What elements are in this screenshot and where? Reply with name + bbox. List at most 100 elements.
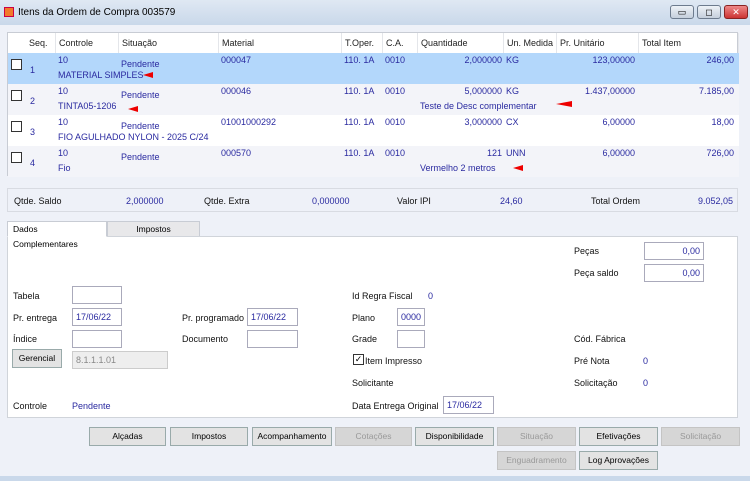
column-header[interactable]: Total Item bbox=[639, 33, 739, 53]
column-header[interactable]: Un. Medida bbox=[504, 33, 557, 53]
cell-controle: 10 bbox=[58, 148, 69, 158]
peca-saldo-label: Peça saldo bbox=[574, 268, 619, 278]
annotation-arrow-icon bbox=[143, 72, 153, 78]
pecas-input[interactable]: 0,00 bbox=[644, 242, 704, 260]
column-header[interactable]: Quantidade bbox=[418, 33, 504, 53]
row-checkbox[interactable] bbox=[11, 152, 22, 163]
log-aprovacoes-button[interactable]: Log Aprovações bbox=[579, 451, 658, 470]
table-row[interactable]: 3 10 Pendente 01001000292 110. 1A 0010 3,00000… bbox=[8, 115, 739, 146]
pr-programado-input[interactable]: 17/06/22 bbox=[247, 308, 298, 326]
plano-label: Plano bbox=[352, 313, 376, 323]
cell-un-medida: UNN bbox=[506, 148, 526, 158]
cell-ca: 0010 bbox=[385, 117, 406, 127]
window-bottom-border bbox=[0, 476, 750, 481]
item-impresso-checkbox[interactable]: ✓ bbox=[353, 354, 364, 365]
column-header[interactable]: C.A. bbox=[383, 33, 418, 53]
annotation-arrow-icon bbox=[556, 101, 572, 107]
grade-label: Grade bbox=[352, 334, 378, 344]
cell-seq: 4 bbox=[30, 158, 36, 168]
cell-material: 000570 bbox=[221, 148, 252, 158]
column-header[interactable]: T.Oper. bbox=[342, 33, 383, 53]
peca-saldo-input[interactable]: 0,00 bbox=[644, 264, 704, 282]
data-entrega-original-input[interactable]: 17/06/22 bbox=[443, 396, 494, 414]
cell-quantidade: 121 bbox=[486, 148, 502, 158]
id-regra-fiscal-value: 0 bbox=[428, 291, 434, 301]
impostos-button[interactable]: Impostos bbox=[170, 427, 248, 446]
total-ordem-value: 9.052,05 bbox=[698, 196, 734, 206]
cell-quantidade: 5,000000 bbox=[464, 86, 502, 96]
cell-material: 000047 bbox=[221, 55, 252, 65]
tab-dados-complementares[interactable]: Dados Complementares bbox=[7, 221, 107, 249]
cell-situacao: Pendente bbox=[121, 59, 160, 69]
table-row[interactable]: 4 10 Pendente 000570 110. 1A 0010 121 UNN 6,0000… bbox=[8, 146, 739, 177]
cell-un-medida: KG bbox=[506, 86, 520, 96]
gerencial-input: 8.1.1.1.01 bbox=[72, 351, 168, 369]
cell-material: 01001000292 bbox=[221, 117, 277, 127]
valor-ipi-label: Valor IPI bbox=[397, 196, 431, 206]
cell-toper: 110. 1A bbox=[344, 86, 375, 96]
cell-complemento: Vermelho 2 metros bbox=[420, 163, 496, 173]
controle-value: Pendente bbox=[72, 401, 111, 411]
minimize-button[interactable]: ▭ bbox=[670, 5, 694, 19]
controle-label: Controle bbox=[13, 401, 48, 411]
column-header[interactable]: Material bbox=[219, 33, 342, 53]
cell-seq: 1 bbox=[30, 65, 36, 75]
summary-bar: Qtde. Saldo 2,000000 Qtde. Extra 0,00000… bbox=[7, 188, 738, 212]
situacao-button[interactable]: Situação bbox=[497, 427, 576, 446]
plano-input[interactable]: 0000 bbox=[397, 308, 425, 326]
column-header[interactable]: Situação bbox=[119, 33, 219, 53]
cell-controle: 10 bbox=[58, 86, 69, 96]
data-entrega-original-label: Data Entrega Original bbox=[352, 401, 439, 411]
column-header[interactable]: Pr. Unitário bbox=[557, 33, 639, 53]
solicitacao-button[interactable]: Solicitação bbox=[661, 427, 740, 446]
pr-programado-label: Pr. programado bbox=[182, 313, 245, 323]
alcadas-button[interactable]: Alçadas bbox=[89, 427, 166, 446]
grade-input[interactable] bbox=[397, 330, 425, 348]
maximize-button[interactable]: ◻ bbox=[697, 5, 721, 19]
row-checkbox[interactable] bbox=[11, 121, 22, 132]
cell-total-item: 18,00 bbox=[711, 117, 734, 127]
acompanhamento-button[interactable]: Acompanhamento bbox=[252, 427, 332, 446]
cell-quantidade: 2,000000 bbox=[464, 55, 502, 65]
documento-label: Documento bbox=[182, 334, 229, 344]
cell-un-medida: KG bbox=[506, 55, 520, 65]
pre-nota-label: Pré Nota bbox=[574, 356, 610, 366]
cell-situacao: Pendente bbox=[121, 90, 160, 100]
efetivacoes-button[interactable]: Efetivações bbox=[579, 427, 658, 446]
id-regra-fiscal-label: Id Regra Fiscal bbox=[352, 291, 413, 301]
annotation-arrow-icon bbox=[513, 165, 523, 171]
tabela-input[interactable] bbox=[72, 286, 122, 304]
gerencial-button[interactable]: Gerencial bbox=[12, 349, 62, 368]
total-ordem-label: Total Ordem bbox=[591, 196, 641, 206]
indice-label: Índice bbox=[13, 334, 38, 344]
dados-complementares-panel bbox=[7, 236, 738, 418]
column-header[interactable]: Controle bbox=[56, 33, 119, 53]
enguadramento-button[interactable]: Enguadramento bbox=[497, 451, 576, 470]
indice-input[interactable] bbox=[72, 330, 122, 348]
row-checkbox[interactable] bbox=[11, 59, 22, 70]
cell-toper: 110. 1A bbox=[344, 148, 375, 158]
documento-input[interactable] bbox=[247, 330, 298, 348]
qtde-saldo-label: Qtde. Saldo bbox=[14, 196, 62, 206]
column-header[interactable]: Seq. bbox=[26, 33, 56, 53]
solicitacao-value: 0 bbox=[643, 378, 649, 388]
row-checkbox[interactable] bbox=[11, 90, 22, 101]
cell-ca: 0010 bbox=[385, 148, 406, 158]
close-button[interactable]: ✕ bbox=[724, 5, 748, 19]
items-grid: Seq. Controle Situação Material T.Oper. C.A. Q… bbox=[7, 32, 739, 177]
tab-impostos[interactable]: Impostos bbox=[107, 221, 200, 237]
cell-seq: 3 bbox=[30, 127, 36, 137]
item-impresso-label: Item Impresso bbox=[365, 356, 423, 366]
table-row[interactable]: 1 10 Pendente 000047 110. 1A 0010 2,000000 KG 12… bbox=[8, 53, 739, 84]
cell-toper: 110. 1A bbox=[344, 55, 375, 65]
cell-situacao: Pendente bbox=[121, 152, 160, 162]
cell-ca: 0010 bbox=[385, 86, 406, 96]
cell-seq: 2 bbox=[30, 96, 36, 106]
valor-ipi-value: 24,60 bbox=[500, 196, 523, 206]
table-row[interactable]: 2 10 Pendente 000046 110. 1A 0010 5,000000 KG 1.… bbox=[8, 84, 739, 115]
cell-controle: 10 bbox=[58, 55, 69, 65]
cotacoes-button[interactable]: Cotações bbox=[335, 427, 412, 446]
disponibilidade-button[interactable]: Disponibilidade bbox=[415, 427, 494, 446]
app-icon bbox=[4, 7, 14, 17]
pr-entrega-input[interactable]: 17/06/22 bbox=[72, 308, 122, 326]
